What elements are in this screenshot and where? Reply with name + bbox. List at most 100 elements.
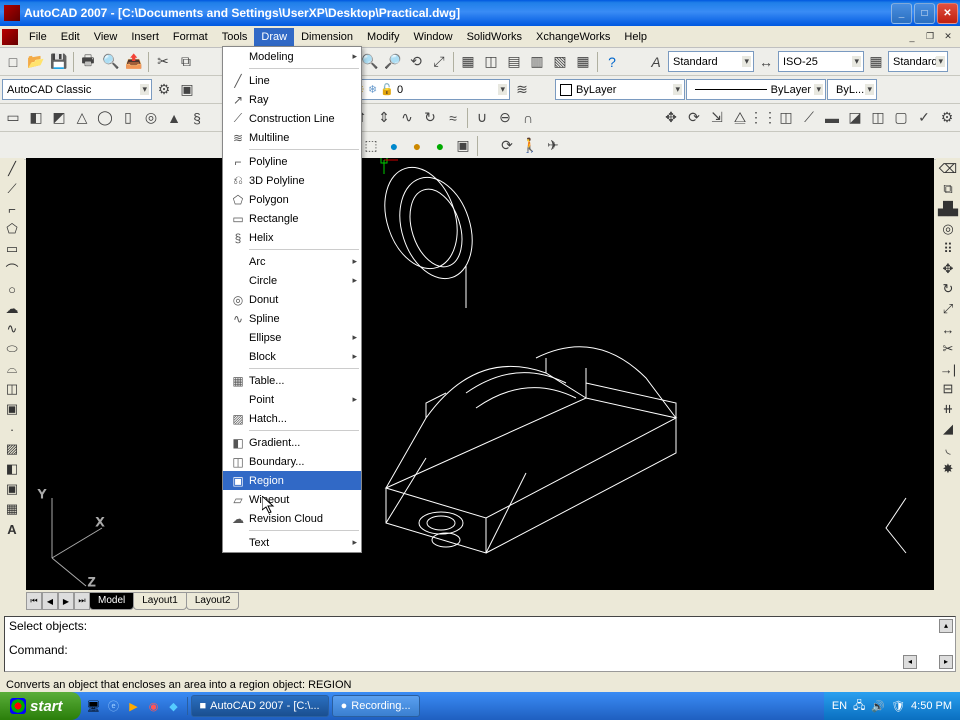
draw-menu-spline[interactable]: ∿Spline <box>223 309 361 328</box>
ellipsearc-tool[interactable]: ⌓ <box>2 360 22 378</box>
join-tool[interactable]: ⧺ <box>938 400 958 418</box>
menu-window[interactable]: Window <box>406 28 459 46</box>
menu-format[interactable]: Format <box>166 28 215 46</box>
menu-help[interactable]: Help <box>617 28 654 46</box>
shell-button[interactable]: ▢ <box>890 107 912 129</box>
3d-hidden-button[interactable]: ● <box>406 135 428 157</box>
cmd-scroll-left[interactable]: ◂ <box>903 655 917 669</box>
table-tool[interactable]: ▦ <box>2 500 22 518</box>
ql-media-icon[interactable]: ▶ <box>125 697 143 715</box>
subtract-button[interactable]: ⊖ <box>494 107 516 129</box>
markup-button[interactable]: ▧ <box>549 51 571 73</box>
zoom-window-button[interactable]: 🔎 <box>382 51 404 73</box>
fillet-tool[interactable]: ◟ <box>938 440 958 458</box>
draw-menu-point[interactable]: Point <box>223 390 361 409</box>
tab-layout1[interactable]: Layout1 <box>133 592 187 610</box>
drawing-canvas[interactable]: Y X Z <box>26 158 934 590</box>
sphere-button[interactable]: ◯ <box>94 107 116 129</box>
properties-button[interactable]: ▦ <box>457 51 479 73</box>
union-button[interactable]: ∪ <box>471 107 493 129</box>
close-button[interactable]: ✕ <box>937 3 958 24</box>
menu-view[interactable]: View <box>87 28 125 46</box>
menu-dimension[interactable]: Dimension <box>294 28 360 46</box>
menu-xchangeworks[interactable]: XchangeWorks <box>529 28 617 46</box>
offset-tool[interactable]: ◎ <box>938 220 958 238</box>
draw-menu-polygon[interactable]: ⬠Polygon <box>223 190 361 209</box>
publish-button[interactable]: 📤 <box>123 51 145 73</box>
insert-tool[interactable]: ◫ <box>2 380 22 398</box>
workspace-settings-button[interactable]: ⚙ <box>153 79 175 101</box>
orbit-button[interactable]: ⟳ <box>496 135 518 157</box>
copy-tool[interactable]: ⧉ <box>938 180 958 198</box>
sweep-button[interactable]: ∿ <box>396 107 418 129</box>
tray-lang[interactable]: EN <box>832 700 847 712</box>
gradient-tool[interactable]: ◧ <box>2 460 22 478</box>
zoom-prev-button[interactable]: ⟲ <box>405 51 427 73</box>
rectangle-tool[interactable]: ▭ <box>2 240 22 258</box>
zoom-realtime-button[interactable]: 🔍 <box>359 51 381 73</box>
ql-app2-icon[interactable]: ◆ <box>165 697 183 715</box>
menu-tools[interactable]: Tools <box>215 28 255 46</box>
menu-draw[interactable]: Draw <box>254 28 294 46</box>
textstyle-selector[interactable]: Standard <box>668 51 754 72</box>
maximize-button[interactable]: □ <box>914 3 935 24</box>
polysolid-button[interactable]: ▭ <box>2 107 24 129</box>
draw-menu-line[interactable]: ╱Line <box>223 71 361 90</box>
separate-button[interactable]: ◫ <box>867 107 889 129</box>
revcloud-tool[interactable]: ☁ <box>2 300 22 318</box>
zoom-extents-button[interactable]: ⤢ <box>428 51 450 73</box>
stretch-tool[interactable]: ↔ <box>938 320 958 338</box>
line-tool[interactable]: ╱ <box>2 160 22 178</box>
spline-tool[interactable]: ∿ <box>2 320 22 338</box>
cmd-scroll-up[interactable]: ▴ <box>939 619 953 633</box>
box-button[interactable]: ◧ <box>25 107 47 129</box>
ql-desktop-icon[interactable]: 🖥 <box>85 697 103 715</box>
start-button[interactable]: start <box>0 692 81 720</box>
task-recording-[interactable]: ●Recording... <box>332 695 420 717</box>
draw-menu-modeling[interactable]: Modeling <box>223 47 361 66</box>
hatch-tool[interactable]: ▨ <box>2 440 22 458</box>
menu-insert[interactable]: Insert <box>124 28 166 46</box>
tray-shield-icon[interactable]: 🛡 <box>891 700 905 713</box>
3dalign-button[interactable]: ⇲ <box>706 107 728 129</box>
tab-prev-button[interactable]: ◀ <box>42 592 58 610</box>
slice-button[interactable]: ⟋ <box>798 107 820 129</box>
draw-menu-rectangle[interactable]: ▭Rectangle <box>223 209 361 228</box>
calc-button[interactable]: ▦ <box>572 51 594 73</box>
dimstyle-selector[interactable]: ISO-25 <box>778 51 864 72</box>
presspull-button[interactable]: ⇕ <box>373 107 395 129</box>
cylinder-button[interactable]: ▯ <box>117 107 139 129</box>
region-tool[interactable]: ▣ <box>2 480 22 498</box>
lineweight-selector[interactable]: ByL... <box>827 79 877 100</box>
walk-button[interactable]: 🚶 <box>519 135 541 157</box>
scale-tool[interactable]: ⤢ <box>938 300 958 318</box>
tab-layout2[interactable]: Layout2 <box>186 592 240 610</box>
mtext-tool[interactable]: A <box>2 520 22 538</box>
draw-menu-block[interactable]: Block <box>223 347 361 366</box>
draw-menu-construction-line[interactable]: ⟋Construction Line <box>223 109 361 128</box>
draw-menu-3d-polyline[interactable]: ⎌3D Polyline <box>223 171 361 190</box>
save-button[interactable]: 💾 <box>48 51 70 73</box>
revolve-button[interactable]: ↻ <box>419 107 441 129</box>
tool-palette-button[interactable]: ▤ <box>503 51 525 73</box>
task-autocad-2007-c-[interactable]: ■AutoCAD 2007 - [C:\... <box>191 695 329 717</box>
intersect-button[interactable]: ∩ <box>517 107 539 129</box>
menu-edit[interactable]: Edit <box>54 28 87 46</box>
arc-tool[interactable]: ⌒ <box>2 260 22 278</box>
sheet-set-button[interactable]: ▥ <box>526 51 548 73</box>
open-button[interactable]: 📂 <box>25 51 47 73</box>
draw-menu-polyline[interactable]: ⌐Polyline <box>223 152 361 171</box>
tab-next-button[interactable]: ▶ <box>58 592 74 610</box>
color-selector[interactable]: ByLayer <box>555 79 685 100</box>
break-tool[interactable]: ⊟ <box>938 380 958 398</box>
draw-menu-wipeout[interactable]: ▱Wipeout <box>223 490 361 509</box>
menu-file[interactable]: File <box>22 28 54 46</box>
ql-ie-icon[interactable]: ⓔ <box>105 697 123 715</box>
menu-modify[interactable]: Modify <box>360 28 406 46</box>
mdi-minimize-button[interactable]: _ <box>904 30 920 44</box>
tab-model[interactable]: Model <box>89 592 134 610</box>
draw-menu-boundary[interactable]: ◫Boundary... <box>223 452 361 471</box>
draw-menu-donut[interactable]: ◎Donut <box>223 290 361 309</box>
workspace-save-button[interactable]: ▣ <box>176 79 198 101</box>
fly-button[interactable]: ✈ <box>542 135 564 157</box>
